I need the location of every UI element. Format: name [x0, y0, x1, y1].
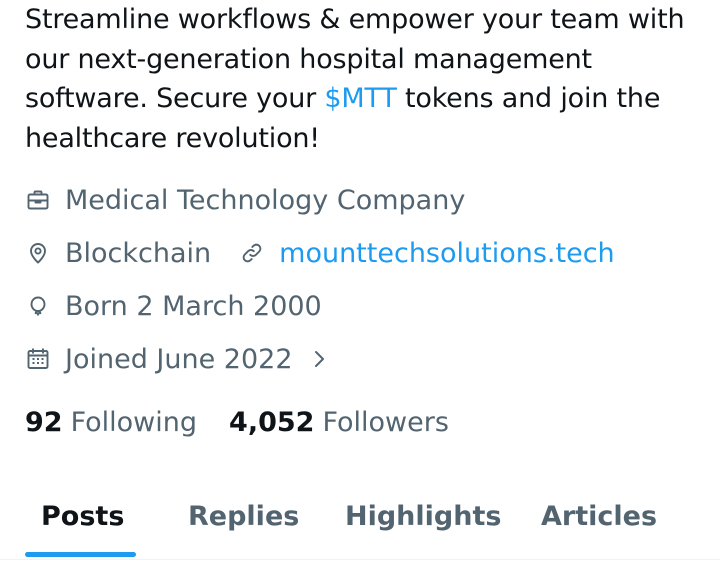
- follow-stats: 92 Following 4,052 Followers: [25, 402, 449, 442]
- tab-highlights[interactable]: Highlights: [345, 490, 501, 542]
- active-tab-indicator: [25, 552, 136, 557]
- tab-articles[interactable]: Articles: [541, 490, 657, 542]
- balloon-icon: [25, 293, 51, 319]
- profile-website[interactable]: mounttechsolutions.tech: [239, 238, 615, 269]
- profile-location-website-row: Blockchain mounttechsolutions.tech: [25, 233, 615, 273]
- tab-replies[interactable]: Replies: [188, 490, 299, 542]
- joined-label: Joined June 2022: [65, 343, 293, 375]
- briefcase-icon: [25, 187, 51, 213]
- following-stat[interactable]: 92 Following: [25, 407, 197, 438]
- birthday-label: Born 2 March 2000: [65, 290, 322, 322]
- following-count: 92: [25, 406, 63, 438]
- profile-tabs: Posts Replies Highlights Articles: [0, 490, 720, 560]
- tab-posts[interactable]: Posts: [41, 490, 124, 542]
- calendar-icon: [25, 346, 51, 372]
- profile-birthday: Born 2 March 2000: [25, 286, 322, 326]
- category-label: Medical Technology Company: [65, 184, 466, 216]
- tabs-divider: [0, 559, 720, 560]
- chevron-right-icon[interactable]: [311, 348, 327, 370]
- followers-stat[interactable]: 4,052 Followers: [229, 407, 449, 438]
- profile-joined[interactable]: Joined June 2022: [25, 339, 327, 379]
- followers-label: Followers: [322, 406, 449, 438]
- location-label: Blockchain: [65, 237, 212, 269]
- cashtag-link[interactable]: $MTT: [324, 83, 396, 114]
- website-link[interactable]: mounttechsolutions.tech: [279, 238, 615, 269]
- location-pin-icon: [25, 240, 51, 266]
- followers-count: 4,052: [229, 406, 315, 438]
- following-label: Following: [70, 406, 198, 438]
- profile-bio: Streamline workflows & empower your team…: [25, 0, 715, 158]
- profile-location: Blockchain: [25, 238, 211, 269]
- profile-category: Medical Technology Company: [25, 180, 465, 220]
- link-icon: [239, 240, 265, 266]
